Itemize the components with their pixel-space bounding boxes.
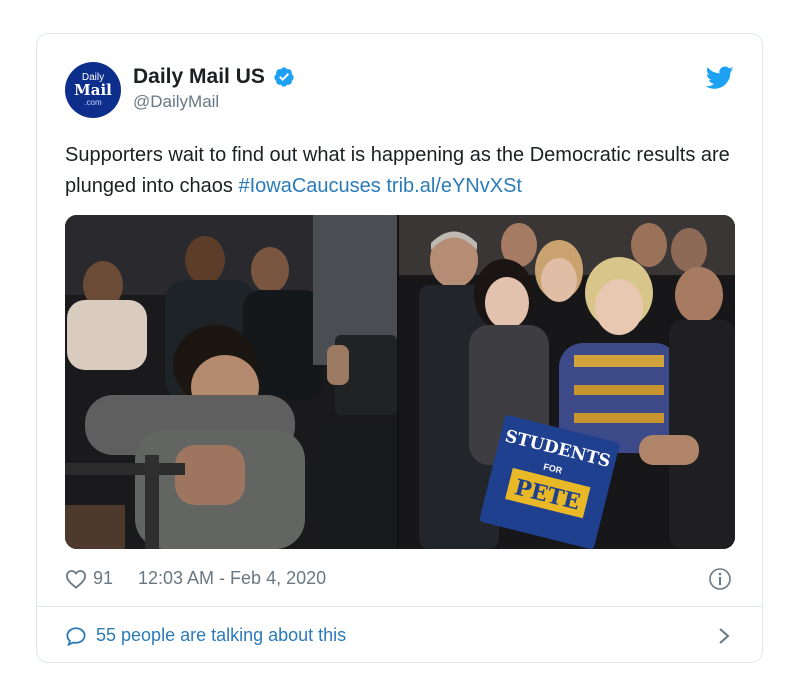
verified-badge-icon: [274, 67, 294, 87]
url-link[interactable]: trib.al/eYNvXSt: [386, 175, 522, 197]
avatar-text-line2: Mail: [74, 81, 112, 99]
divider: [37, 606, 762, 607]
tweet-meta: 91 12:03 AM - Feb 4, 2020: [65, 567, 734, 591]
avatar[interactable]: Daily Mail .com: [65, 62, 121, 118]
heart-icon[interactable]: [65, 569, 87, 589]
avatar-text-line1: Daily: [81, 72, 105, 83]
photo-right-image: STUDENTS FOR PETE: [399, 215, 735, 549]
account-handle[interactable]: @DailyMail: [133, 92, 295, 112]
tweet-card[interactable]: Daily Mail .com Daily Mail US @DailyMail…: [36, 33, 763, 663]
tweet-media[interactable]: STUDENTS FOR PETE: [65, 215, 735, 549]
hashtag-link[interactable]: #IowaCaucuses: [238, 175, 380, 197]
timestamp[interactable]: 12:03 AM - Feb 4, 2020: [138, 568, 326, 589]
tweet-text: Supporters wait to find out what is happ…: [65, 140, 745, 202]
photo-right[interactable]: STUDENTS FOR PETE: [399, 215, 735, 549]
info-icon[interactable]: [708, 567, 732, 591]
avatar-text-line3: .com: [84, 98, 102, 107]
like-count[interactable]: 91: [93, 568, 113, 589]
tweet-header: Daily Mail .com Daily Mail US @DailyMail: [65, 62, 734, 118]
photo-left-image: [65, 215, 397, 549]
talking-about-row[interactable]: 55 people are talking about this: [65, 623, 734, 649]
photo-left[interactable]: [65, 215, 397, 549]
account-names: Daily Mail US @DailyMail: [133, 65, 295, 112]
chevron-right-icon[interactable]: [718, 627, 730, 645]
twitter-bird-icon[interactable]: [706, 66, 734, 90]
talking-about-label[interactable]: 55 people are talking about this: [96, 625, 346, 646]
speech-bubble-icon: [66, 627, 86, 646]
display-name[interactable]: Daily Mail US: [133, 65, 265, 89]
